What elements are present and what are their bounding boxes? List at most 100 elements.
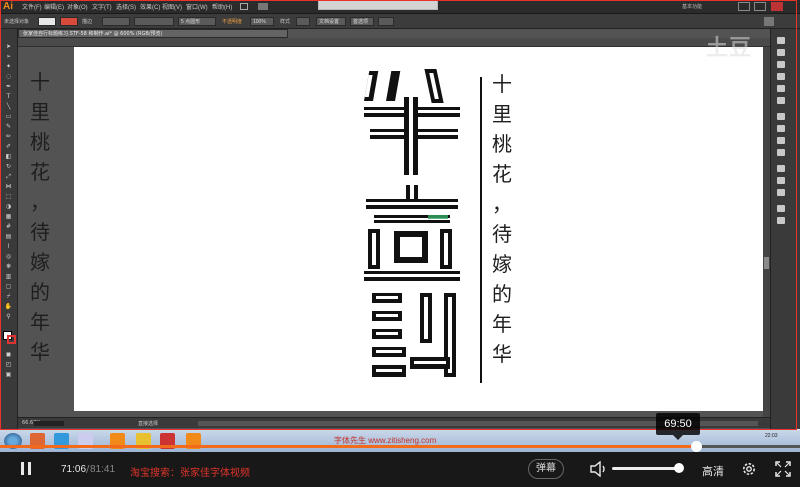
preferences-button[interactable]: 首选项 — [350, 17, 374, 26]
fullscreen-icon[interactable] — [775, 461, 791, 477]
scrollbar-thumb[interactable] — [764, 257, 769, 269]
document-tab[interactable]: 张家佳自行标题练习.STF-58 和制作.ai* @ 600% (RGB/预览) — [18, 29, 288, 38]
free-transform-tool-icon[interactable]: ⬚ — [4, 193, 13, 200]
glyph-hu — [364, 185, 460, 281]
pathfinder-panel-icon[interactable] — [777, 177, 785, 184]
system-clock[interactable]: 22:03 — [765, 433, 778, 439]
symbol-sprayer-tool-icon[interactable]: ❋ — [4, 263, 13, 270]
artboard-navigation[interactable] — [34, 421, 64, 426]
gradient-panel-icon[interactable] — [777, 137, 785, 144]
panel-menu-icon[interactable] — [764, 17, 774, 26]
canvas-area[interactable]: 十 里 桃 花 ， 待 嫁 的 年 华 十 里 桃 花 ， 待 嫁 的 年 华 — [18, 47, 770, 417]
slice-tool-icon[interactable]: ⌿ — [4, 293, 13, 300]
volume-slider[interactable] — [612, 467, 682, 470]
screen-mode-icon[interactable]: ▣ — [4, 371, 13, 378]
graph-tool-icon[interactable]: ▥ — [4, 273, 13, 280]
menu-edit[interactable]: 编辑(E) — [44, 2, 64, 11]
drawing-mode-icon[interactable]: ◰ — [4, 361, 13, 368]
artboard[interactable]: 十 里 桃 花 ， 待 嫁 的 年 华 — [74, 47, 764, 411]
eraser-tool-icon[interactable]: ◧ — [4, 153, 13, 160]
settings-gear-icon[interactable] — [741, 461, 757, 477]
blob-brush-tool-icon[interactable]: ✐ — [4, 143, 13, 150]
pen-tool-icon[interactable]: ✒ — [4, 83, 13, 90]
hand-tool-icon[interactable]: ✋ — [4, 303, 13, 310]
arrange-docs-icon[interactable] — [258, 3, 268, 10]
opacity-label[interactable]: 不透明度 — [222, 18, 242, 25]
minimize-button[interactable] — [738, 2, 750, 11]
appearance-panel-icon[interactable] — [777, 113, 785, 120]
quality-selector[interactable]: 高清 — [702, 463, 724, 479]
pause-button[interactable] — [21, 462, 33, 476]
type-tool-icon[interactable]: T — [4, 93, 13, 100]
close-button[interactable] — [771, 2, 783, 11]
brush-definition-field[interactable]: 5 点圆形 — [178, 17, 216, 26]
menu-file[interactable]: 文件(F) — [22, 2, 42, 11]
variable-width-field[interactable] — [134, 17, 174, 26]
graphic-style-picker[interactable] — [296, 17, 310, 26]
rectangle-tool-icon[interactable]: ▭ — [4, 113, 13, 120]
eyedropper-tool-icon[interactable]: ⌇ — [4, 243, 13, 250]
volume-handle[interactable] — [673, 463, 684, 473]
color-guide-panel-icon[interactable] — [777, 49, 785, 56]
color-mode-icon[interactable]: ◼ — [4, 351, 13, 358]
left-char: 华 — [30, 340, 50, 364]
mesh-tool-icon[interactable]: # — [4, 223, 13, 230]
rotate-tool-icon[interactable]: ↻ — [4, 163, 13, 170]
zoom-tool-icon[interactable]: ⚲ — [4, 313, 13, 320]
menu-window[interactable]: 窗口(W) — [186, 2, 208, 11]
stroke-swatch[interactable] — [60, 17, 78, 26]
fill-swatch[interactable] — [38, 17, 56, 26]
artboard-tool-icon[interactable]: ▢ — [4, 283, 13, 290]
artboards-panel-icon[interactable] — [777, 217, 785, 224]
stroke-weight-field[interactable] — [102, 17, 130, 26]
stroke-panel-icon[interactable] — [777, 125, 785, 132]
volume-icon[interactable] — [590, 461, 608, 477]
paintbrush-tool-icon[interactable]: ✎ — [4, 123, 13, 130]
recorder-toolbar[interactable] — [318, 0, 438, 10]
transparency-panel-icon[interactable] — [777, 149, 785, 156]
menu-help[interactable]: 帮助(H) — [212, 2, 232, 11]
lasso-tool-icon[interactable]: ◌ — [4, 73, 13, 80]
line-tool-icon[interactable]: ╲ — [4, 103, 13, 110]
workspace-switcher[interactable]: 基本功能 — [682, 3, 702, 10]
gradient-tool-icon[interactable]: ▤ — [4, 233, 13, 240]
panels-dock — [770, 29, 800, 429]
menu-view[interactable]: 视图(V) — [162, 2, 182, 11]
symbols-panel-icon[interactable] — [777, 85, 785, 92]
direct-selection-tool-icon[interactable]: ➢ — [4, 53, 13, 60]
bridge-icon[interactable] — [240, 3, 248, 10]
stroke-label[interactable]: 描边 — [82, 18, 92, 25]
control-bar: 未选择对象 描边 5 点圆形 不透明度 100% 样式 文档设置 首选项 — [0, 14, 800, 29]
transform-panel-icon[interactable] — [777, 189, 785, 196]
document-setup-button[interactable]: 文档设置 — [316, 17, 346, 26]
align-panel-icon[interactable] — [777, 165, 785, 172]
menu-select[interactable]: 选择(S) — [116, 2, 136, 11]
perspective-grid-tool-icon[interactable]: ▦ — [4, 213, 13, 220]
brushes-panel-icon[interactable] — [777, 73, 785, 80]
blend-tool-icon[interactable]: ◎ — [4, 253, 13, 260]
video-frame[interactable]: Ai 文件(F) 编辑(E) 对象(O) 文字(T) 选择(S) 效果(C) 视… — [0, 0, 800, 452]
current-tool-status[interactable]: 直接选择 — [138, 420, 158, 427]
color-panel-icon[interactable] — [777, 37, 785, 44]
canvas-vertical-scrollbar[interactable] — [763, 47, 770, 417]
graphic-styles-panel-icon[interactable] — [777, 97, 785, 104]
selection-tool-icon[interactable]: ➤ — [4, 43, 13, 50]
magic-wand-tool-icon[interactable]: ✦ — [4, 63, 13, 70]
shape-builder-tool-icon[interactable]: ◑ — [4, 203, 13, 210]
swatches-panel-icon[interactable] — [777, 61, 785, 68]
menu-type[interactable]: 文字(T) — [92, 2, 112, 11]
pencil-tool-icon[interactable]: ✏ — [4, 133, 13, 140]
stroke-color-swatch[interactable] — [7, 335, 16, 344]
layers-panel-icon[interactable] — [777, 205, 785, 212]
maximize-button[interactable] — [754, 2, 766, 11]
total-time: 81:41 — [90, 464, 116, 475]
title-lettering[interactable] — [364, 67, 468, 387]
left-char: 里 — [30, 100, 50, 124]
scale-tool-icon[interactable]: ⤢ — [4, 173, 13, 180]
width-tool-icon[interactable]: ⋈ — [4, 183, 13, 190]
menu-effect[interactable]: 效果(C) — [140, 2, 160, 11]
arrange-icon[interactable] — [378, 17, 394, 26]
menu-object[interactable]: 对象(O) — [67, 2, 88, 11]
danmaku-toggle-button[interactable]: 弹幕 — [528, 459, 564, 479]
opacity-field[interactable]: 100% — [250, 17, 274, 26]
